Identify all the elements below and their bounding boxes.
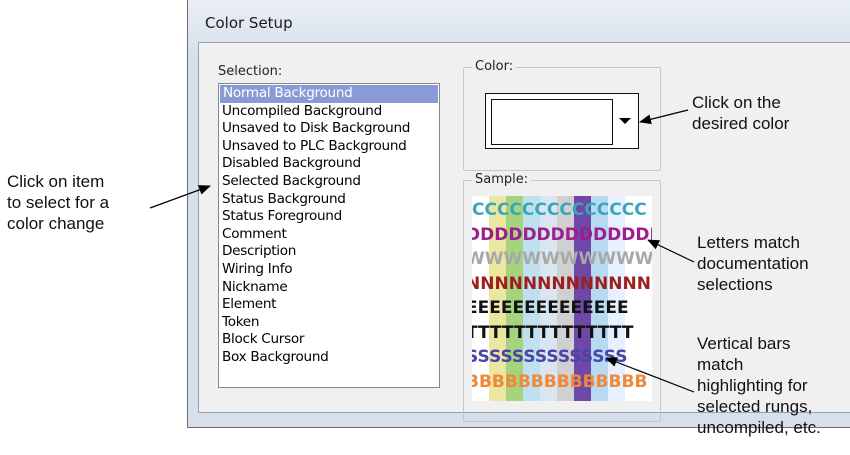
arrow-to-letters	[647, 239, 695, 263]
arrow-to-list	[149, 185, 211, 209]
arrow-to-bars	[605, 357, 695, 393]
arrow-to-color	[639, 109, 689, 125]
callout-arrows	[149, 109, 695, 393]
